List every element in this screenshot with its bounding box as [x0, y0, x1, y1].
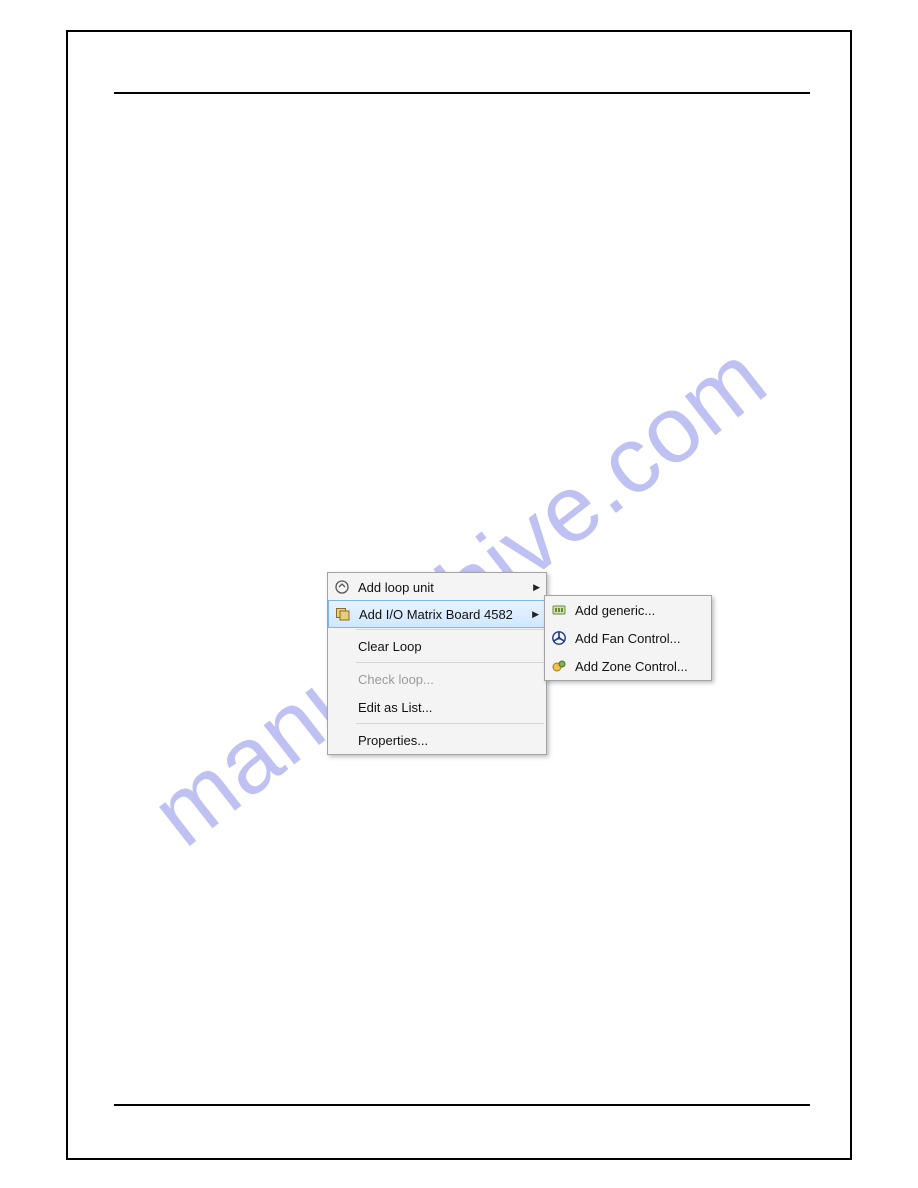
submenu-item-label: Add Fan Control...: [569, 631, 705, 646]
menu-item-add-io-matrix[interactable]: Add I/O Matrix Board 4582 ▶: [328, 600, 546, 628]
submenu-item-add-generic[interactable]: Add generic...: [545, 596, 711, 624]
submenu-item-label: Add generic...: [569, 603, 705, 618]
page-frame: manualshive.com Add loop unit ▶ Add I/O …: [66, 30, 852, 1160]
menu-item-check-loop: Check loop...: [328, 665, 546, 693]
fan-icon: [549, 628, 569, 648]
menu-separator: [356, 723, 544, 724]
menu-item-edit-as-list[interactable]: Edit as List...: [328, 693, 546, 721]
menu-item-add-loop-unit[interactable]: Add loop unit ▶: [328, 573, 546, 601]
submenu-item-add-fan-control[interactable]: Add Fan Control...: [545, 624, 711, 652]
menu-item-clear-loop[interactable]: Clear Loop: [328, 632, 546, 660]
submenu-arrow-icon: ▶: [529, 609, 539, 620]
menu-separator: [356, 629, 544, 630]
blank-icon: [332, 730, 352, 750]
menu-separator: [356, 662, 544, 663]
menu-item-label: Edit as List...: [352, 700, 540, 715]
matrix-icon: [333, 604, 353, 624]
header-rule: [114, 92, 810, 94]
context-menu-group: Add loop unit ▶ Add I/O Matrix Board 458…: [327, 572, 547, 755]
blank-icon: [332, 636, 352, 656]
menu-item-label: Add loop unit: [352, 580, 530, 595]
submenu-arrow-icon: ▶: [530, 582, 540, 593]
menu-item-label: Add I/O Matrix Board 4582: [353, 607, 529, 622]
menu-item-properties[interactable]: Properties...: [328, 726, 546, 754]
generic-icon: [549, 600, 569, 620]
menu-item-label: Clear Loop: [352, 639, 540, 654]
zone-icon: [549, 656, 569, 676]
menu-item-label: Properties...: [352, 733, 540, 748]
menu-item-label: Check loop...: [352, 672, 540, 687]
loop-icon: [332, 577, 352, 597]
context-menu: Add loop unit ▶ Add I/O Matrix Board 458…: [327, 572, 547, 755]
submenu-item-label: Add Zone Control...: [569, 659, 705, 674]
submenu-item-add-zone-control[interactable]: Add Zone Control...: [545, 652, 711, 680]
context-submenu: Add generic... Add Fan Control... Add Zo…: [544, 595, 712, 681]
footer-rule: [114, 1104, 810, 1106]
blank-icon: [332, 669, 352, 689]
blank-icon: [332, 697, 352, 717]
page: manualshive.com Add loop unit ▶ Add I/O …: [0, 0, 918, 1188]
